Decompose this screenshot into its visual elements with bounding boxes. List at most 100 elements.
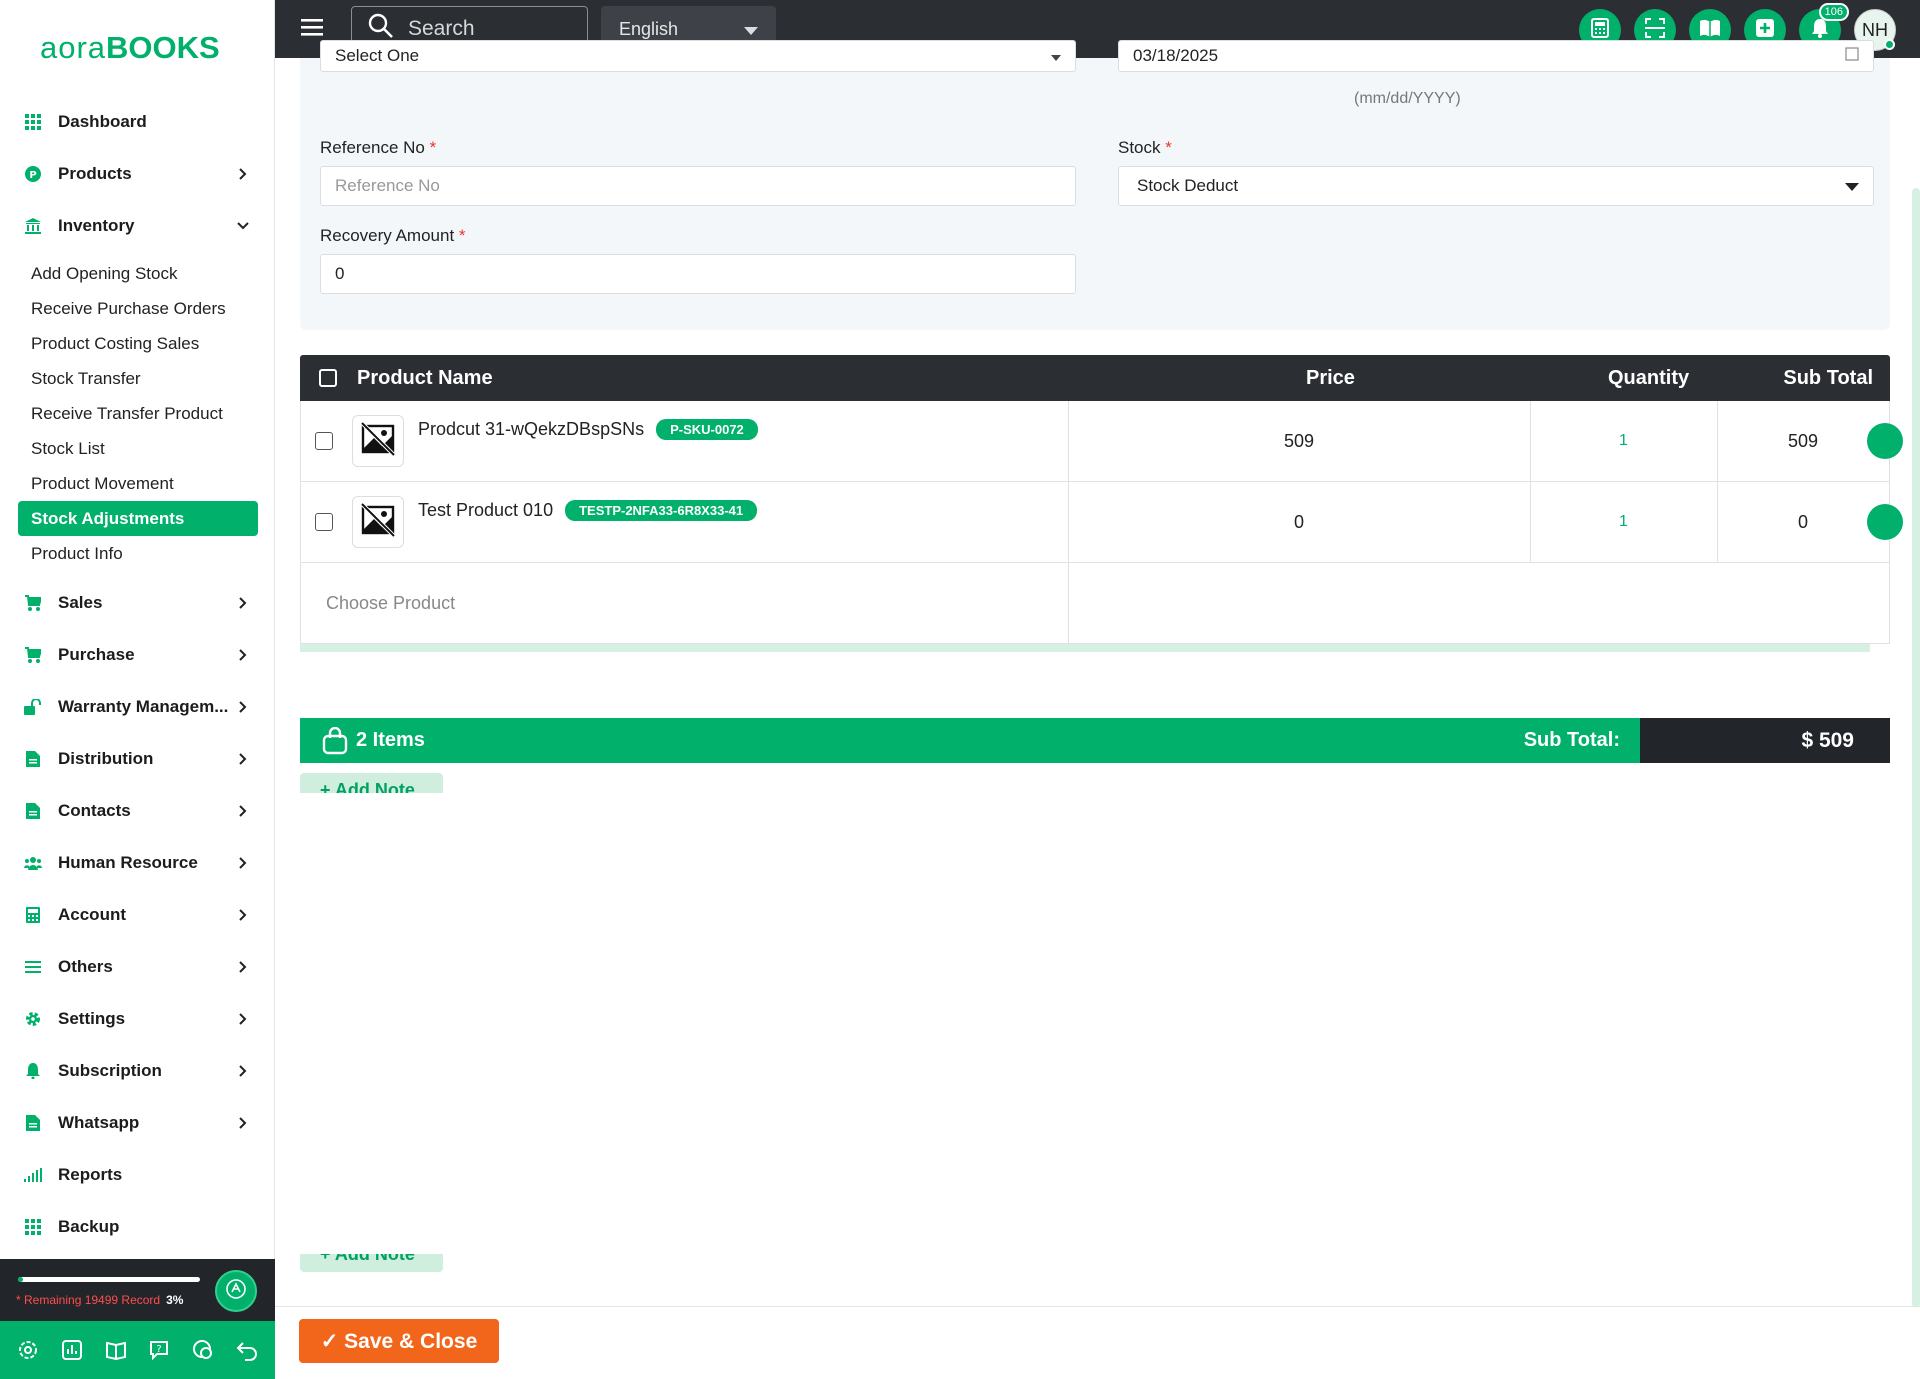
row-action-button[interactable]	[1867, 423, 1903, 459]
help-chat-icon[interactable]: ?	[144, 1335, 174, 1365]
book-icon[interactable]	[101, 1335, 131, 1365]
select-all-checkbox[interactable]	[319, 369, 337, 387]
sidebar-item-label: Others	[58, 957, 113, 976]
header-quantity: Quantity	[1608, 366, 1690, 389]
sidebar-item-label: Reports	[58, 1165, 123, 1184]
choose-product-input[interactable]: Choose Product	[326, 563, 455, 643]
grid-icon	[24, 113, 42, 131]
sidebar-item-label: Dashboard	[58, 112, 147, 131]
product-name: Prodcut 31-wQekzDBspSNs	[418, 419, 645, 439]
sidebar-nav-rest: Sales Purchase Warranty Managem... Distr…	[0, 577, 274, 1253]
no-image-icon	[360, 502, 396, 543]
choose-product-row: Choose Product	[300, 563, 1890, 644]
chevron-down-icon	[236, 222, 250, 230]
calculator-icon	[1591, 17, 1609, 43]
sidebar-item-reports[interactable]: Reports	[0, 1149, 274, 1201]
undo-icon[interactable]	[232, 1335, 262, 1365]
row-checkbox[interactable]	[315, 513, 333, 531]
reference-label: Reference No *	[320, 138, 1076, 158]
sidebar-item-sales[interactable]: Sales	[0, 577, 274, 629]
main-content: Select One 03/18/2025 (mm/dd/YYYY) Refer…	[275, 40, 1920, 1379]
sidebar-item-whatsapp[interactable]: Whatsapp	[0, 1097, 274, 1149]
sidebar-item-inventory[interactable]: Inventory	[0, 200, 274, 252]
book-open-icon	[1699, 18, 1721, 43]
date-field: 03/18/2025	[1118, 40, 1874, 72]
stock-select[interactable]: Stock Deduct	[1118, 166, 1874, 206]
submenu-add-opening-stock[interactable]: Add Opening Stock	[18, 256, 258, 291]
price-cell: 509	[1283, 430, 1315, 451]
cart-icon	[24, 594, 42, 612]
doc-icon	[24, 1114, 42, 1132]
bell-icon	[1811, 18, 1829, 43]
stock-label-text: Stock	[1118, 138, 1161, 157]
sidebar-item-backup[interactable]: Backup	[0, 1201, 274, 1253]
add-note-button[interactable]: + Add Note	[300, 773, 443, 793]
scroll-track[interactable]	[1912, 188, 1920, 1308]
items-count: 2 Items	[356, 729, 425, 751]
reference-placeholder: Reference No	[335, 176, 440, 195]
summary-bar: 2 Items Sub Total: $ 509	[300, 718, 1890, 763]
adjustment-form: Select One 03/18/2025 (mm/dd/YYYY) Refer…	[300, 40, 1890, 330]
search-placeholder: Search	[408, 17, 475, 40]
svg-text:?: ?	[157, 1344, 162, 1355]
reference-input[interactable]: Reference No	[320, 166, 1076, 206]
hamburger-menu-icon[interactable]	[301, 18, 325, 41]
subtotal-value: $ 509	[1640, 718, 1890, 763]
chevron-right-icon	[236, 168, 250, 180]
sidebar-item-subscription[interactable]: Subscription	[0, 1045, 274, 1097]
chevron-right-icon	[236, 857, 250, 869]
sidebar-item-settings[interactable]: Settings	[0, 993, 274, 1045]
reference-field: Reference No * Reference No	[320, 138, 1076, 206]
submenu-stock-list[interactable]: Stock List	[18, 431, 258, 466]
submenu-receive-transfer-product[interactable]: Receive Transfer Product	[18, 396, 258, 431]
settings-gear-icon[interactable]	[13, 1335, 43, 1365]
chevron-right-icon	[236, 701, 250, 713]
row-action-button[interactable]	[1867, 504, 1903, 540]
calculator-icon	[24, 906, 42, 924]
add-note-button-duplicate[interactable]: + Add Note	[300, 1254, 443, 1272]
reference-label-text: Reference No	[320, 138, 425, 157]
sidebar-item-distribution[interactable]: Distribution	[0, 733, 274, 785]
app-logo[interactable]: aora BOOKS	[0, 0, 274, 96]
chevron-right-icon	[236, 649, 250, 661]
date-input[interactable]: 03/18/2025	[1118, 40, 1874, 72]
messages-icon[interactable]	[188, 1335, 218, 1365]
type-select[interactable]: Select One	[320, 40, 1076, 72]
upgrade-button[interactable]	[215, 1270, 257, 1312]
sidebar-item-products[interactable]: P Products	[0, 148, 274, 200]
bell-icon	[24, 1062, 42, 1080]
stock-label: Stock *	[1118, 138, 1874, 158]
submenu-stock-transfer[interactable]: Stock Transfer	[18, 361, 258, 396]
recovery-input[interactable]: 0	[320, 254, 1076, 294]
sidebar-item-label: Human Resource	[58, 853, 198, 872]
sidebar-item-purchase[interactable]: Purchase	[0, 629, 274, 681]
form-footer: ✓ Save & Close	[275, 1306, 1920, 1379]
language-value: English	[619, 18, 679, 39]
submenu-product-costing-sales[interactable]: Product Costing Sales	[18, 326, 258, 361]
grid-icon	[24, 1218, 42, 1236]
unlock-icon	[24, 698, 42, 716]
quantity-cell[interactable]: 1	[1530, 482, 1717, 562]
sidebar-item-contacts[interactable]: Contacts	[0, 785, 274, 837]
chevron-right-icon	[236, 753, 250, 765]
sidebar-item-warranty[interactable]: Warranty Managem...	[0, 681, 274, 733]
submenu-receive-purchase-orders[interactable]: Receive Purchase Orders	[18, 291, 258, 326]
chart-icon[interactable]	[57, 1335, 87, 1365]
sidebar-item-account[interactable]: Account	[0, 889, 274, 941]
submenu-product-info[interactable]: Product Info	[18, 536, 258, 571]
required-mark: *	[458, 226, 466, 245]
subtotal-cell: 0	[1797, 511, 1808, 532]
submenu-product-movement[interactable]: Product Movement	[18, 466, 258, 501]
submenu-stock-adjustments[interactable]: Stock Adjustments	[18, 501, 258, 536]
quantity-cell[interactable]: 1	[1530, 401, 1717, 481]
sidebar-item-label: Whatsapp	[58, 1113, 140, 1132]
recovery-label-text: Recovery Amount	[320, 226, 455, 245]
sidebar-item-others[interactable]: Others	[0, 941, 274, 993]
sidebar-item-label: Inventory	[58, 216, 135, 235]
row-checkbox[interactable]	[315, 432, 333, 450]
sidebar-item-dashboard[interactable]: Dashboard	[0, 96, 274, 148]
save-and-close-button[interactable]: ✓ Save & Close	[299, 1319, 499, 1363]
sidebar-nav: Dashboard P Products Inventory	[0, 96, 274, 252]
sidebar-item-human-resource[interactable]: Human Resource	[0, 837, 274, 889]
cart-icon	[24, 646, 42, 664]
